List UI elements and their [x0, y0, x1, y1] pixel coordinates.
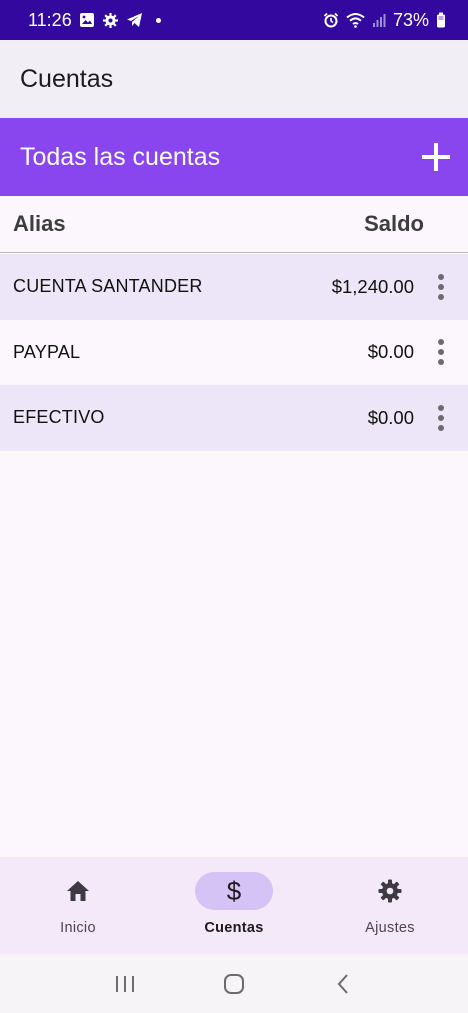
table-header: Alias Saldo [0, 196, 468, 253]
app-bar: Cuentas [0, 40, 468, 118]
telegram-icon [126, 12, 143, 28]
more-vert-dot [438, 283, 444, 290]
more-vert-dot [438, 349, 444, 356]
recent-apps-button[interactable] [105, 964, 145, 1004]
account-alias: CUENTA SANTANDER [13, 276, 203, 297]
add-account-button[interactable] [418, 139, 454, 175]
more-vert-dot [438, 359, 444, 366]
notification-dot-icon [155, 17, 161, 23]
nav-label-inicio: Inicio [60, 920, 96, 936]
nav-item-inicio[interactable]: Inicio [0, 857, 156, 954]
page-title: Cuentas [20, 64, 114, 93]
more-vert-dot [438, 414, 444, 421]
nav-pill [39, 872, 117, 910]
account-row[interactable]: EFECTIVO $0.00 [0, 385, 468, 451]
back-chevron-icon [337, 973, 349, 994]
more-options-button[interactable] [428, 398, 454, 438]
more-vert-dot [438, 424, 444, 431]
more-options-button[interactable] [428, 332, 454, 372]
account-alias: PAYPAL [13, 341, 81, 362]
gallery-icon [79, 12, 95, 28]
alarm-icon [323, 12, 339, 28]
accounts-banner: Todas las cuentas [0, 118, 468, 196]
column-header-alias: Alias [13, 211, 66, 236]
nav-item-ajustes[interactable]: Ajustes [312, 857, 468, 954]
system-navigation-bar [0, 954, 468, 1013]
home-icon [67, 881, 89, 901]
settings-icon [378, 879, 402, 903]
nav-label-cuentas: Cuentas [204, 920, 264, 936]
more-vert-icon [438, 273, 444, 280]
home-circle-icon [223, 973, 244, 994]
home-button[interactable] [214, 964, 254, 1004]
nav-label-ajustes: Ajustes [365, 920, 415, 936]
more-vert-dot [438, 293, 444, 300]
status-bar: 11:26 73% [0, 0, 468, 40]
accounts-list: CUENTA SANTANDER $1,240.00 PAYPAL $0.00 … [0, 254, 468, 451]
nav-pill [351, 872, 429, 910]
account-balance: $0.00 [367, 341, 414, 363]
nav-item-cuentas[interactable]: $ Cuentas [156, 857, 312, 954]
status-bar-right: 73% [323, 10, 446, 31]
back-button[interactable] [323, 964, 363, 1004]
banner-title: Todas las cuentas [20, 142, 221, 171]
plus-icon [422, 143, 450, 171]
more-options-button[interactable] [428, 267, 454, 307]
battery-percent: 73% [392, 9, 429, 30]
status-bar-left: 11:26 [28, 10, 161, 31]
dollar-icon: $ [227, 877, 242, 905]
account-balance: $0.00 [367, 406, 414, 428]
recent-apps-icon [115, 975, 134, 992]
column-header-saldo: Saldo [364, 211, 424, 236]
more-vert-icon [438, 404, 444, 411]
gear-notification-icon [102, 12, 119, 29]
account-alias: EFECTIVO [13, 407, 105, 428]
account-row[interactable]: CUENTA SANTANDER $1,240.00 [0, 254, 468, 320]
battery-icon [436, 12, 446, 28]
signal-icon [372, 13, 386, 27]
svg-text:$: $ [227, 877, 242, 905]
status-time: 11:26 [28, 9, 72, 30]
wifi-icon [346, 12, 365, 28]
screen: 11:26 73% Cuentas Todas las cuentas Alia… [0, 0, 468, 1013]
nav-pill-active: $ [195, 872, 273, 910]
account-balance: $1,240.00 [331, 275, 414, 297]
account-row[interactable]: PAYPAL $0.00 [0, 320, 468, 386]
more-vert-icon [438, 339, 444, 346]
bottom-navigation: Inicio $ Cuentas Ajustes [0, 857, 468, 954]
